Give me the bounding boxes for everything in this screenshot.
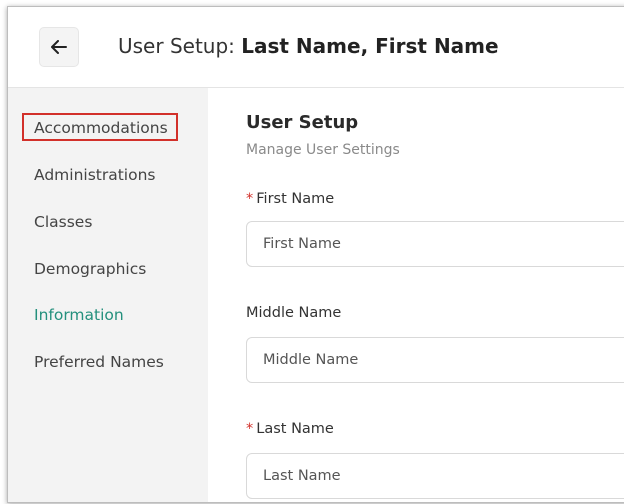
required-marker: * — [246, 421, 254, 437]
section-title: User Setup — [246, 112, 359, 133]
first-name-field[interactable] — [246, 221, 624, 267]
sidebar: Accommodations Administrations Classes D… — [8, 88, 208, 502]
section-subtitle: Manage User Settings — [246, 142, 400, 158]
sidebar-item-classes[interactable]: Classes — [24, 207, 102, 235]
sidebar-item-demographics[interactable]: Demographics — [24, 254, 156, 282]
page-title-prefix: User Setup: — [118, 34, 242, 58]
sidebar-item-administrations[interactable]: Administrations — [24, 160, 166, 188]
last-name-label-text: Last Name — [256, 421, 334, 437]
back-button[interactable] — [39, 27, 79, 67]
page-title-user-name: Last Name, First Name — [241, 34, 499, 58]
first-name-label-text: First Name — [256, 191, 335, 207]
last-name-field[interactable] — [246, 453, 624, 499]
arrow-left-icon — [51, 40, 67, 54]
main-content: User Setup Manage User Settings * First N… — [208, 88, 624, 502]
last-name-label: * Last Name — [246, 421, 334, 437]
first-name-label: * First Name — [246, 191, 334, 207]
sidebar-item-accommodations[interactable]: Accommodations — [22, 113, 178, 141]
page-header: User Setup: Last Name, First Name — [8, 7, 624, 88]
middle-name-field[interactable] — [246, 337, 624, 383]
sidebar-item-preferred-names[interactable]: Preferred Names — [24, 347, 174, 375]
middle-name-label: Middle Name — [246, 305, 342, 321]
user-setup-window: User Setup: Last Name, First Name Accomm… — [7, 6, 624, 503]
page-title: User Setup: Last Name, First Name — [118, 34, 499, 58]
sidebar-item-information[interactable]: Information — [24, 300, 134, 328]
required-marker: * — [246, 191, 254, 207]
